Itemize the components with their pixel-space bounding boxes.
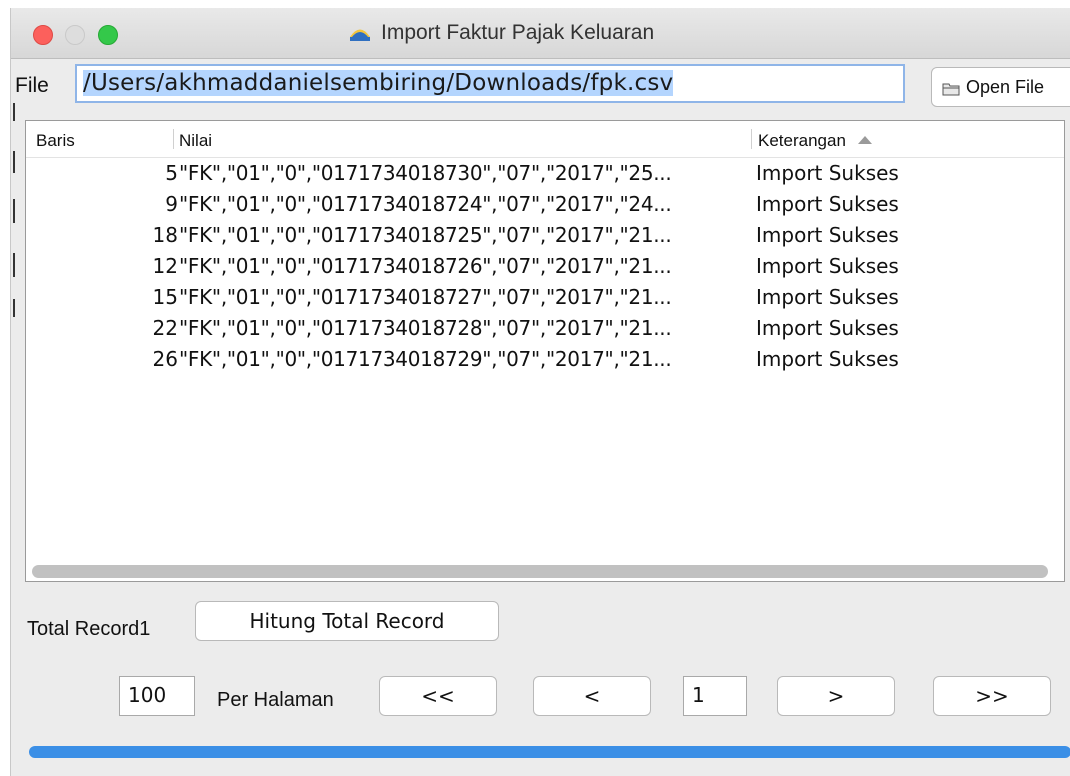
column-divider [751,129,752,149]
last-page-button[interactable]: >> [933,676,1051,716]
cell-nilai: "FK","01","0","0171734018730","07","2017… [179,161,672,185]
first-page-button[interactable]: << [379,676,497,716]
table-body: 5 "FK","01","0","0171734018730","07","20… [26,157,1064,374]
total-record-label-text: Total Record [27,618,140,640]
column-header-nilai[interactable]: Nilai [179,131,212,151]
open-file-label: Open File [966,76,1045,97]
next-page-button[interactable]: > [777,676,895,716]
cell-keterangan: Import Sukses [756,285,899,309]
column-divider [173,129,174,149]
file-path-text: /Users/akhmaddanielsembiring/Downloads/f… [83,70,674,96]
total-record-value: 1 [139,618,151,640]
horizontal-scrollbar[interactable] [32,565,1048,578]
per-page-input[interactable]: 100 [119,676,195,716]
minimize-window-button[interactable] [65,25,85,45]
table-row[interactable]: 9 "FK","01","0","0171734018724","07","20… [26,188,1064,219]
app-logo-icon [349,24,371,42]
import-progress-bar [29,746,1070,758]
hitung-total-record-button[interactable]: Hitung Total Record [195,601,499,641]
column-header-keterangan[interactable]: Keterangan [758,131,872,151]
window-title-text: Import Faktur Pajak Keluaran [381,21,655,44]
column-header-keterangan-label: Keterangan [758,131,846,150]
per-page-value: 100 [128,683,167,707]
previous-page-button[interactable]: < [533,676,651,716]
page-number-input[interactable]: 1 [683,676,747,716]
title-bar[interactable]: Import Faktur Pajak Keluaran [11,8,1070,59]
sort-ascending-icon [857,136,872,144]
page-number-value: 1 [692,683,705,707]
folder-icon [942,80,960,96]
import-result-table[interactable]: Baris Nilai Keterangan 5 "FK","01","0","… [25,120,1065,582]
total-record-label: Total Record1 [27,618,150,641]
cell-keterangan: Import Sukses [756,161,899,185]
cell-nilai: "FK","01","0","0171734018727","07","2017… [179,285,672,309]
table-header: Baris Nilai Keterangan [26,121,1064,158]
table-row[interactable]: 18 "FK","01","0","0171734018725","07","2… [26,219,1064,250]
maximize-window-button[interactable] [98,25,118,45]
table-row[interactable]: 22 "FK","01","0","0171734018728","07","2… [26,312,1064,343]
file-label: File [15,74,49,97]
first-page-label: << [421,684,455,708]
file-path-input[interactable]: /Users/akhmaddanielsembiring/Downloads/f… [75,64,905,103]
cell-nilai: "FK","01","0","0171734018726","07","2017… [179,254,672,278]
per-page-label: Per Halaman [217,689,334,711]
open-file-button[interactable]: Open File [931,67,1070,107]
cell-keterangan: Import Sukses [756,316,899,340]
cell-keterangan: Import Sukses [756,223,899,247]
table-row[interactable]: 5 "FK","01","0","0171734018730","07","20… [26,157,1064,188]
close-window-button[interactable] [33,25,53,45]
cell-nilai: "FK","01","0","0171734018728","07","2017… [179,316,672,340]
window-title: Import Faktur Pajak Keluaran [349,21,654,45]
table-row[interactable]: 26 "FK","01","0","0171734018729","07","2… [26,343,1064,374]
cell-baris: 18 [152,223,178,247]
hitung-total-record-label: Hitung Total Record [249,609,445,633]
cell-baris: 5 [165,161,178,185]
cell-nilai: "FK","01","0","0171734018725","07","2017… [179,223,672,247]
table-row[interactable]: 12 "FK","01","0","0171734018726","07","2… [26,250,1064,281]
window-edge-artifact [11,103,21,323]
cell-nilai: "FK","01","0","0171734018724","07","2017… [179,192,672,216]
import-dialog-window: Import Faktur Pajak Keluaran File /Users… [10,8,1070,776]
column-header-baris[interactable]: Baris [36,131,75,151]
cell-baris: 9 [165,192,178,216]
cell-baris: 26 [152,347,178,371]
next-page-label: > [827,684,845,708]
previous-page-label: < [583,684,601,708]
cell-keterangan: Import Sukses [756,254,899,278]
cell-nilai: "FK","01","0","0171734018729","07","2017… [179,347,672,371]
cell-baris: 12 [152,254,178,278]
cell-baris: 22 [152,316,178,340]
last-page-label: >> [975,684,1009,708]
cell-baris: 15 [152,285,178,309]
table-row[interactable]: 15 "FK","01","0","0171734018727","07","2… [26,281,1064,312]
cell-keterangan: Import Sukses [756,192,899,216]
cell-keterangan: Import Sukses [756,347,899,371]
